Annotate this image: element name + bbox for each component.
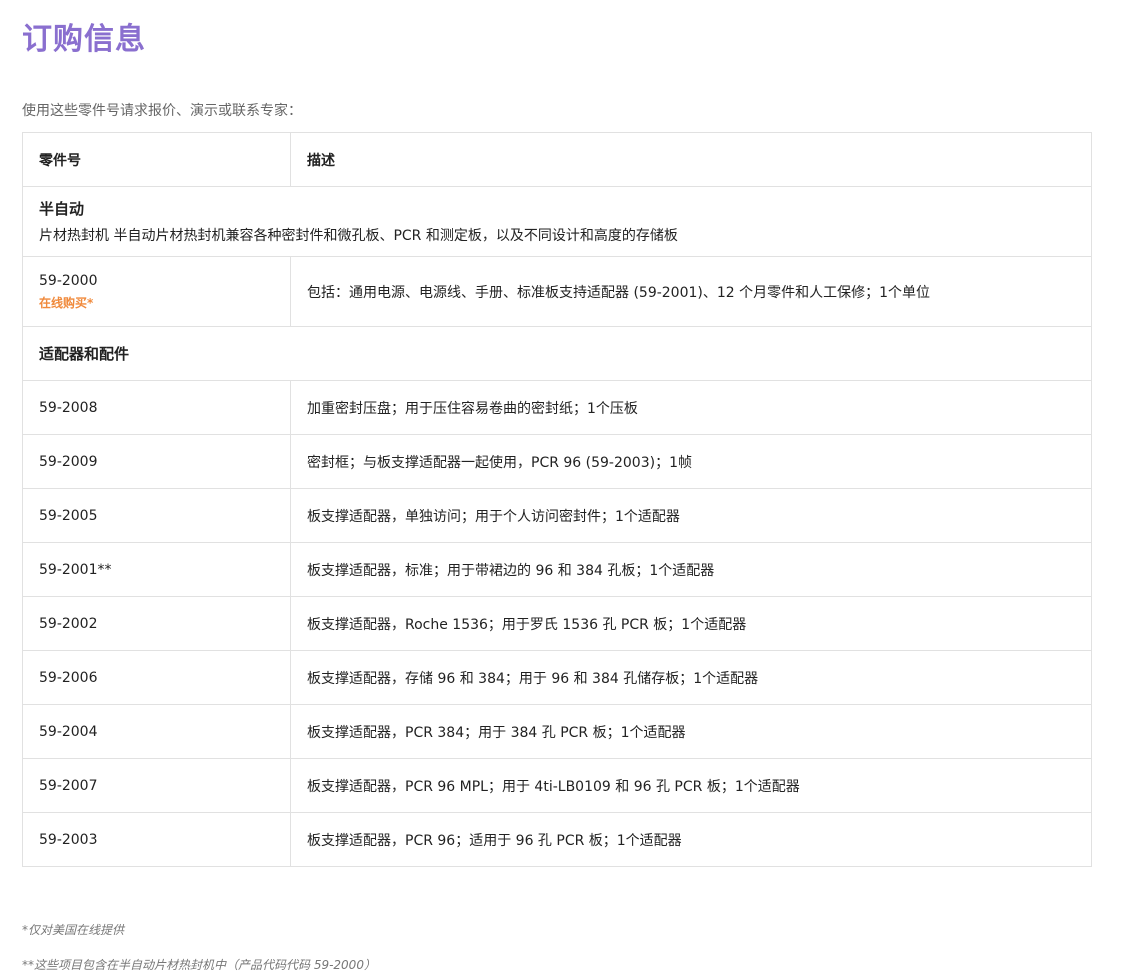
section-description: 片材热封机 半自动片材热封机兼容各种密封件和微孔板、PCR 和测定板，以及不同设…: [39, 228, 678, 244]
part-description: 板支撑适配器，标准；用于带裙边的 96 和 384 孔板；1个适配器: [290, 542, 1092, 597]
part-description: 加重密封压盘；用于压住容易卷曲的密封纸；1个压板: [290, 380, 1092, 435]
part-number: 59-2002: [22, 596, 291, 651]
part-description: 板支撑适配器，存储 96 和 384；用于 96 和 384 孔储存板；1个适配…: [290, 650, 1092, 705]
section-semi-automatic: 半自动 片材热封机 半自动片材热封机兼容各种密封件和微孔板、PCR 和测定板，以…: [22, 186, 1092, 257]
part-number: 59-2000: [39, 272, 98, 289]
footnote-included-items: **这些项目包含在半自动片材热封机中（产品代码代码 59-2000）: [22, 958, 376, 972]
header-part-number: 零件号: [22, 132, 291, 187]
part-description: 板支撑适配器，PCR 384；用于 384 孔 PCR 板；1个适配器: [290, 704, 1092, 759]
part-description: 板支撑适配器，单独访问；用于个人访问密封件；1个适配器: [290, 488, 1092, 543]
table-row: 59-2003 板支撑适配器，PCR 96；适用于 96 孔 PCR 板；1个适…: [22, 812, 1092, 867]
footnote-online-availability: *仅对美国在线提供: [22, 923, 125, 937]
table-row: 59-2005 板支撑适配器，单独访问；用于个人访问密封件；1个适配器: [22, 488, 1092, 543]
table-row: 59-2002 板支撑适配器，Roche 1536；用于罗氏 1536 孔 PC…: [22, 596, 1092, 651]
part-number: 59-2003: [22, 812, 291, 867]
table-row: 59-2006 板支撑适配器，存储 96 和 384；用于 96 和 384 孔…: [22, 650, 1092, 705]
header-description: 描述: [290, 132, 1092, 187]
table-row: 59-2001** 板支撑适配器，标准；用于带裙边的 96 和 384 孔板；1…: [22, 542, 1092, 597]
part-description: 包括：通用电源、电源线、手册、标准板支持适配器 (59-2001)、12 个月零…: [290, 256, 1092, 327]
part-number: 59-2008: [22, 380, 291, 435]
table-row: 59-2000 在线购买* 包括：通用电源、电源线、手册、标准板支持适配器 (5…: [22, 256, 1092, 327]
part-number: 59-2001**: [22, 542, 291, 597]
table-row: 59-2008 加重密封压盘；用于压住容易卷曲的密封纸；1个压板: [22, 380, 1092, 435]
table-row: 59-2004 板支撑适配器，PCR 384；用于 384 孔 PCR 板；1个…: [22, 704, 1092, 759]
part-number: 59-2009: [22, 434, 291, 489]
table-row: 59-2007 板支撑适配器，PCR 96 MPL；用于 4ti-LB0109 …: [22, 758, 1092, 813]
table-header-row: 零件号 描述: [22, 132, 1092, 187]
table-row: 59-2009 密封框；与板支撑适配器一起使用，PCR 96 (59-2003)…: [22, 434, 1092, 489]
part-description: 密封框；与板支撑适配器一起使用，PCR 96 (59-2003)；1帧: [290, 434, 1092, 489]
part-number: 59-2005: [22, 488, 291, 543]
part-number: 59-2007: [22, 758, 291, 813]
section-title: 半自动: [39, 200, 85, 218]
part-description: 板支撑适配器，PCR 96；适用于 96 孔 PCR 板；1个适配器: [290, 812, 1092, 867]
parts-table: 零件号 描述 半自动 片材热封机 半自动片材热封机兼容各种密封件和微孔板、PCR…: [22, 132, 1092, 867]
part-description: 板支撑适配器，PCR 96 MPL；用于 4ti-LB0109 和 96 孔 P…: [290, 758, 1092, 813]
part-number: 59-2004: [22, 704, 291, 759]
part-number: 59-2006: [22, 650, 291, 705]
buy-online-link[interactable]: 在线购买*: [39, 294, 274, 311]
page-title: 订购信息: [22, 22, 146, 57]
section-title: 适配器和配件: [39, 345, 130, 363]
intro-text: 使用这些零件号请求报价、演示或联系专家：: [22, 103, 302, 119]
part-description: 板支撑适配器，Roche 1536；用于罗氏 1536 孔 PCR 板；1个适配…: [290, 596, 1092, 651]
section-adapters: 适配器和配件: [22, 326, 1092, 381]
